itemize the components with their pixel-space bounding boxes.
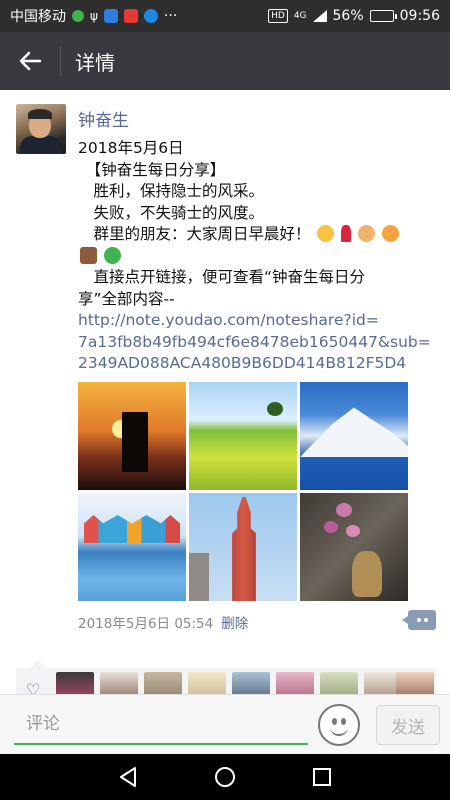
notification-app-icon xyxy=(103,9,118,23)
liker-avatar[interactable] xyxy=(276,672,314,694)
comment-input[interactable] xyxy=(14,705,308,745)
avatar-hair xyxy=(28,109,52,119)
photo-sunset-crane[interactable] xyxy=(78,382,186,490)
likes-area: ♡ xyxy=(16,660,436,694)
post-meta: 2018年5月6日 05:54 删除 xyxy=(78,612,248,632)
photo-church-tower[interactable] xyxy=(189,493,297,601)
smile-emoji-icon xyxy=(317,225,335,242)
vase-shape xyxy=(352,551,382,597)
carrier-label: 中国移动 xyxy=(10,9,66,25)
battery-percent: 56% xyxy=(332,8,364,24)
share-link-line[interactable]: http://note.youdao.com/noteshare?id= xyxy=(78,310,428,332)
usb-icon: ψ xyxy=(90,9,98,23)
building-shape xyxy=(189,553,209,601)
post-line: 胜利，保持隐士的风采。 xyxy=(78,182,265,200)
title-bar: 详情 xyxy=(0,32,450,90)
post-line: 享”全部内容-- xyxy=(78,289,175,308)
emoji-button[interactable] xyxy=(318,704,360,746)
photo-snow-mountain[interactable] xyxy=(300,382,408,490)
liker-avatar[interactable] xyxy=(56,672,94,694)
photo-grid xyxy=(78,382,408,601)
title-divider xyxy=(60,46,61,76)
post-line: 2018年5月6日 xyxy=(78,139,184,157)
browser-app-icon xyxy=(143,9,158,23)
status-left: 中国移动 ψ ··· xyxy=(10,6,177,26)
share-link-line[interactable]: 2349AD088ACA480B9B6DD414B812F5D4 xyxy=(78,353,428,375)
coffee-emoji-icon xyxy=(80,246,97,264)
handshake-emoji-icon xyxy=(358,225,376,242)
tower-shape xyxy=(232,497,256,601)
video-app-icon xyxy=(123,9,138,23)
mouth-shape xyxy=(330,726,348,736)
dot-icon xyxy=(423,618,428,622)
avatar[interactable] xyxy=(16,104,66,154)
eye-shape xyxy=(332,718,337,725)
tree-shape xyxy=(267,402,283,416)
post-line-greeting: 群里的朋友：大家周日早晨好！ xyxy=(78,224,428,246)
heart-icon: ♡ xyxy=(26,680,41,694)
battery-icon xyxy=(369,10,397,22)
liker-avatar[interactable] xyxy=(232,672,270,694)
liker-avatar[interactable] xyxy=(188,672,226,694)
photo-harbor-houses[interactable] xyxy=(78,493,186,601)
signal-icon xyxy=(312,10,327,22)
home-circle-icon[interactable] xyxy=(214,766,236,788)
send-button[interactable]: 发送 xyxy=(376,705,440,745)
post-text: 2018年5月6日 【钟奋生每日分享】 胜利，保持隐士的风采。 失败，不失骑士的… xyxy=(78,138,431,375)
post-emoji-line xyxy=(78,246,428,268)
crane-shape xyxy=(122,412,148,472)
flower-shape xyxy=(324,521,338,533)
mountain-shape xyxy=(300,407,408,457)
share-link-line[interactable]: 7a13fb8b49fb494cf6e8478eb1650447&sub= xyxy=(78,332,431,354)
post-timestamp: 2018年5月6日 05:54 xyxy=(78,616,214,632)
green-figure-emoji-icon xyxy=(103,246,121,264)
post-line: 失败，不失骑士的风度。 xyxy=(78,203,265,222)
flower-shape xyxy=(336,503,352,517)
clock: 09:56 xyxy=(399,8,440,24)
nav-bar xyxy=(0,754,450,800)
post-line: 【钟奋生每日分享】 xyxy=(78,160,226,179)
recents-square-icon[interactable] xyxy=(311,766,333,788)
moment-detail: 钟奋生 2018年5月6日 【钟奋生每日分享】 胜利，保持隐士的风采。 失败，不… xyxy=(0,90,450,694)
rose-emoji-icon xyxy=(341,225,352,242)
status-bar: 中国移动 ψ ··· HD 4G 56% 09:56 xyxy=(0,0,450,32)
username-link[interactable]: 钟奋生 xyxy=(78,106,129,131)
status-right: HD 4G 56% 09:56 xyxy=(268,8,440,24)
post-line: 直接点开链接，便可查看“钟奋生每日分 xyxy=(78,268,366,286)
photo-orchid-vase[interactable] xyxy=(300,493,408,601)
liker-avatar[interactable] xyxy=(100,672,138,694)
hd-badge: HD xyxy=(268,9,288,23)
houses-shape xyxy=(84,515,180,543)
photo-meadow[interactable] xyxy=(189,382,297,490)
page-title: 详情 xyxy=(75,50,115,75)
comment-menu-button[interactable] xyxy=(402,610,436,630)
comment-bar: 发送 xyxy=(0,694,450,754)
back-button[interactable] xyxy=(0,32,60,90)
app-icon xyxy=(72,10,84,22)
liker-avatar[interactable] xyxy=(320,672,358,694)
network-label: 4G xyxy=(293,11,307,21)
pray-emoji-icon xyxy=(382,225,400,242)
liker-avatar[interactable] xyxy=(396,672,434,694)
arrow-left-icon xyxy=(19,51,41,71)
flower-shape xyxy=(346,525,360,537)
liker-avatar[interactable] xyxy=(144,672,182,694)
dot-icon xyxy=(416,618,421,622)
delete-button[interactable]: 删除 xyxy=(221,612,248,632)
post-line: 群里的朋友：大家周日早晨好！ xyxy=(78,225,311,243)
eye-shape xyxy=(341,718,346,725)
avatar-suit xyxy=(20,136,62,154)
back-triangle-icon[interactable] xyxy=(117,766,139,788)
more-notifications-icon: ··· xyxy=(163,8,178,24)
